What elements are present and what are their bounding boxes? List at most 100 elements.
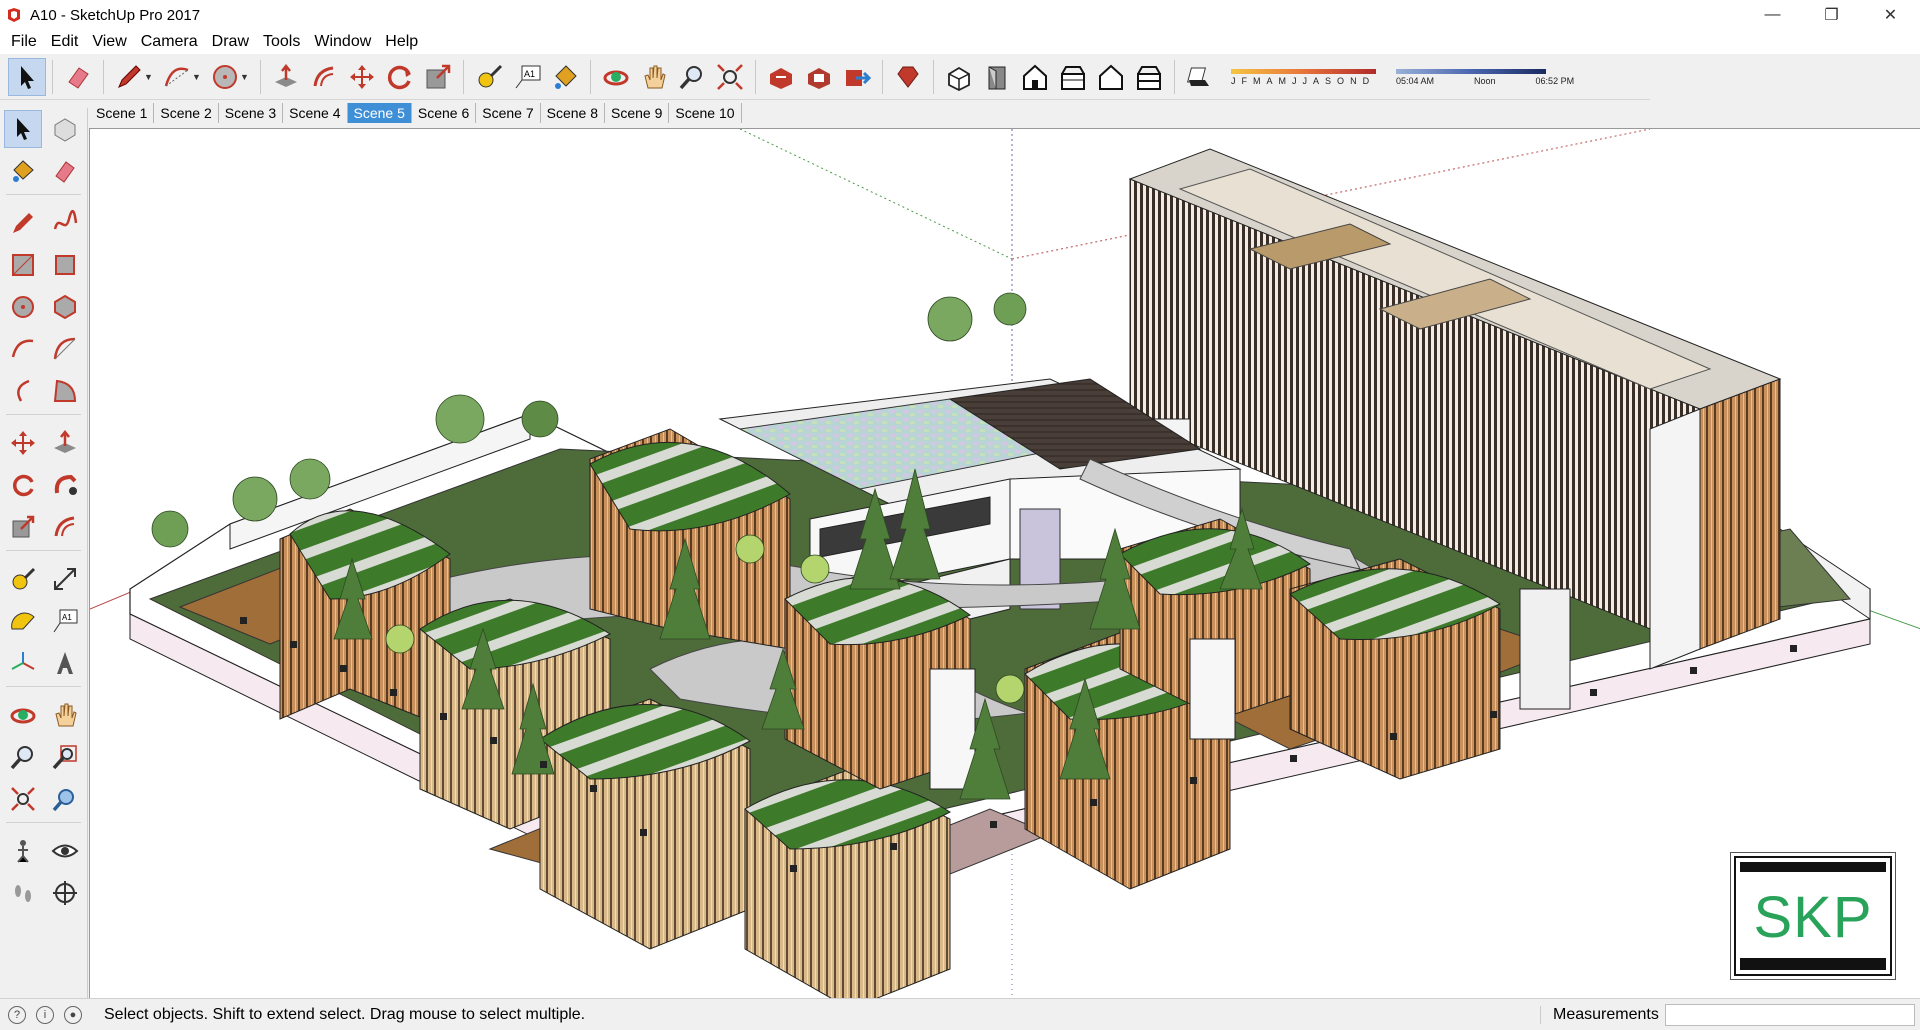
menu-window[interactable]: Window	[307, 33, 378, 51]
follow-me-tool[interactable]	[46, 466, 84, 504]
eraser-tool[interactable]	[46, 152, 84, 190]
two-point-arc-tool[interactable]	[46, 330, 84, 368]
paint-bucket-tool[interactable]	[4, 152, 42, 190]
position-camera-tool[interactable]	[4, 832, 42, 870]
move-tool[interactable]	[4, 424, 42, 462]
eraser-icon	[68, 66, 89, 89]
make-component-tool[interactable]	[46, 110, 84, 148]
iso-view-button[interactable]	[940, 58, 978, 96]
look-around-tool[interactable]	[46, 832, 84, 870]
dimension-tool[interactable]	[46, 560, 84, 598]
minimize-button[interactable]: —	[1743, 0, 1802, 30]
section-plane-tool[interactable]	[46, 874, 84, 912]
select-tool-button[interactable]	[8, 57, 46, 96]
tab-scene-8[interactable]: Scene 8	[540, 103, 605, 123]
zoom-extents-tool[interactable]	[4, 780, 42, 818]
move-button[interactable]	[343, 58, 381, 96]
shapes-tool-button[interactable]	[206, 58, 244, 96]
select-tool[interactable]	[4, 110, 42, 148]
orbit-button[interactable]	[597, 58, 635, 96]
pencil-icon	[118, 64, 141, 88]
menu-help[interactable]: Help	[378, 33, 425, 51]
rotated-rectangle-tool[interactable]	[46, 246, 84, 284]
three-point-arc-tool[interactable]	[4, 372, 42, 410]
text-tool[interactable]: A1	[46, 602, 84, 640]
pencil-tool-button[interactable]	[110, 58, 148, 96]
orbit-tool[interactable]	[4, 696, 42, 734]
model-viewport[interactable]: SKP	[89, 128, 1920, 998]
close-button[interactable]: ✕	[1861, 0, 1920, 30]
rectangle-tool[interactable]	[4, 246, 42, 284]
scale-tool[interactable]	[4, 508, 42, 546]
back-view-button[interactable]	[1092, 58, 1130, 96]
pie-tool[interactable]	[46, 372, 84, 410]
tab-scene-1[interactable]: Scene 1	[90, 103, 155, 123]
zoom-window-tool[interactable]	[46, 738, 84, 776]
text-tool-button[interactable]: A1	[508, 58, 546, 96]
rotate-tool[interactable]	[4, 466, 42, 504]
menu-tools[interactable]: Tools	[256, 33, 307, 51]
shadow-time-noon: Noon	[1474, 75, 1496, 86]
push-pull-tool[interactable]	[46, 424, 84, 462]
tab-scene-2[interactable]: Scene 2	[154, 103, 219, 123]
share-model-button[interactable]	[838, 58, 876, 96]
tab-scene-3[interactable]: Scene 3	[218, 103, 284, 123]
top-view-button[interactable]	[978, 58, 1016, 96]
menu-edit[interactable]: Edit	[44, 33, 86, 51]
push-pull-button[interactable]	[267, 58, 305, 96]
pencil-dropdown-icon[interactable]: ▼	[144, 72, 156, 82]
pan-tool[interactable]	[46, 696, 84, 734]
freehand-tool[interactable]	[46, 204, 84, 242]
tape-measure-tool[interactable]	[4, 560, 42, 598]
walk-tool[interactable]	[4, 874, 42, 912]
polygon-tool[interactable]	[46, 288, 84, 326]
left-view-button[interactable]	[1130, 58, 1168, 96]
tab-scene-4[interactable]: Scene 4	[283, 103, 348, 123]
shapes-dropdown-icon[interactable]: ▼	[240, 72, 252, 82]
paint-bucket-button[interactable]	[546, 58, 584, 96]
arc-tool-button[interactable]	[158, 58, 196, 96]
offset-tool[interactable]	[46, 508, 84, 546]
3d-warehouse-button[interactable]	[762, 58, 800, 96]
offset-button[interactable]	[305, 58, 343, 96]
front-view-button[interactable]	[1016, 58, 1054, 96]
user-account-icon[interactable]: ●	[64, 1005, 82, 1024]
ruby-console-button[interactable]	[889, 58, 927, 96]
zoom-button[interactable]	[673, 58, 711, 96]
tab-scene-6[interactable]: Scene 6	[411, 103, 477, 123]
menu-camera[interactable]: Camera	[134, 33, 205, 51]
shadows-toggle-button[interactable]	[1181, 58, 1219, 96]
previous-view-tool[interactable]	[46, 780, 84, 818]
line-tool[interactable]	[4, 204, 42, 242]
arc-dropdown-icon[interactable]: ▼	[192, 72, 204, 82]
3d-text-tool[interactable]	[46, 644, 84, 682]
arc-tool[interactable]	[4, 330, 42, 368]
shadow-time-slider[interactable]	[1396, 68, 1546, 76]
scale-button[interactable]	[419, 58, 457, 96]
pan-button[interactable]	[635, 58, 673, 96]
shadow-date-slider[interactable]	[1231, 68, 1376, 76]
protractor-tool[interactable]	[4, 602, 42, 640]
tab-scene-9[interactable]: Scene 9	[605, 103, 670, 123]
tab-scene-10[interactable]: Scene 10	[669, 103, 742, 123]
tape-measure-button[interactable]	[470, 58, 508, 96]
axes-tool[interactable]	[4, 644, 42, 682]
tab-scene-5[interactable]: Scene 5	[347, 103, 412, 123]
credits-icon[interactable]: i	[36, 1005, 54, 1024]
menu-draw[interactable]: Draw	[205, 33, 256, 51]
maximize-button[interactable]: ❐	[1802, 0, 1861, 30]
measurements-input[interactable]	[1665, 1004, 1915, 1026]
right-view-button[interactable]	[1054, 58, 1092, 96]
zoom-icon	[679, 65, 702, 89]
tab-scene-7[interactable]: Scene 7	[476, 103, 541, 123]
zoom-extents-button[interactable]	[711, 58, 749, 96]
menu-view[interactable]: View	[85, 33, 133, 51]
geolocation-icon[interactable]: ?	[8, 1005, 26, 1024]
rotate-button[interactable]	[381, 58, 419, 96]
menu-file[interactable]: File	[4, 33, 44, 51]
offset-icon	[313, 66, 334, 86]
zoom-tool[interactable]	[4, 738, 42, 776]
extension-warehouse-button[interactable]	[800, 58, 838, 96]
eraser-tool-button[interactable]	[59, 58, 97, 96]
circle-tool[interactable]	[4, 288, 42, 326]
